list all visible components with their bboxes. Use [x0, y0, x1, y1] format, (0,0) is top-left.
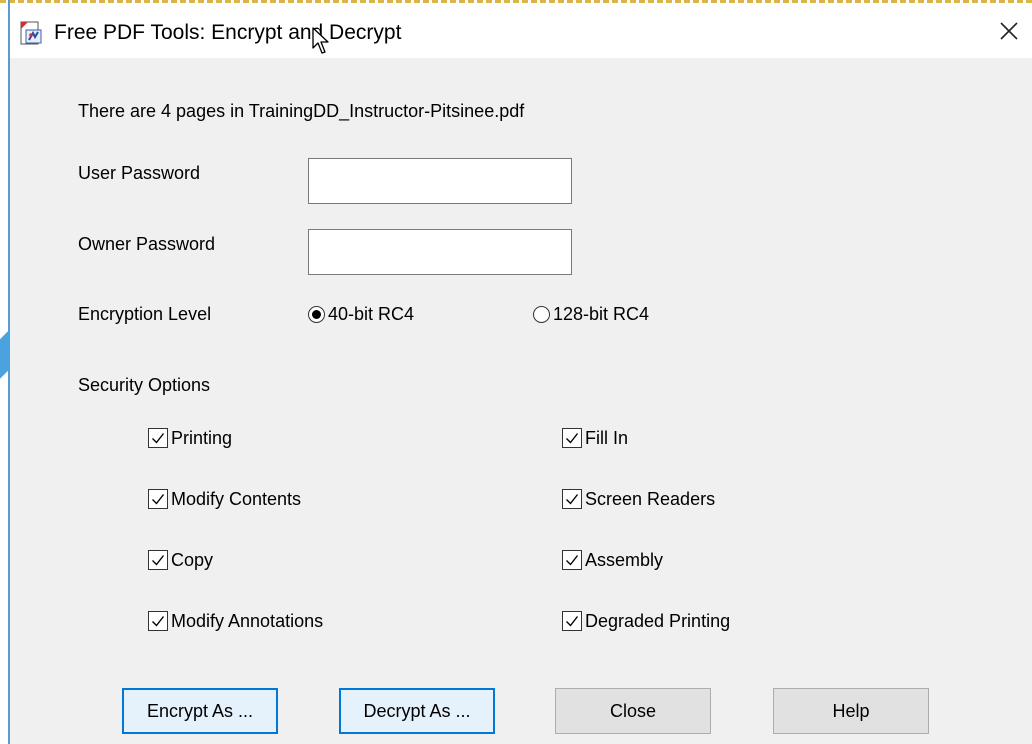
- checkbox-modify-annotations[interactable]: Modify Annotations: [148, 610, 323, 632]
- checkmark-icon: [562, 550, 582, 570]
- checkmark-icon: [148, 489, 168, 509]
- checkmark-icon: [148, 611, 168, 631]
- checkbox-fill-in[interactable]: Fill In: [562, 427, 628, 449]
- dialog-body: There are 4 pages in TrainingDD_Instruct…: [10, 58, 1032, 744]
- user-password-label: User Password: [78, 163, 201, 183]
- checkmark-icon: [562, 489, 582, 509]
- owner-password-field[interactable]: [308, 229, 572, 275]
- radio-selected-icon: [308, 305, 325, 323]
- checkbox-printing[interactable]: Printing: [148, 427, 232, 449]
- checkbox-modify-contents[interactable]: Modify Contents: [148, 488, 301, 510]
- checkbox-label: Fill In: [585, 428, 629, 448]
- checkbox-degraded-printing[interactable]: Degraded Printing: [562, 610, 730, 632]
- encrypt-as-button[interactable]: Encrypt As ...: [122, 688, 278, 734]
- radio-label: 128-bit RC4: [553, 304, 650, 324]
- radio-unselected-icon: [533, 305, 550, 323]
- mouse-pointer-icon: [312, 27, 329, 54]
- checkmark-icon: [562, 428, 582, 448]
- radio-128-bit-rc4[interactable]: 128-bit RC4: [533, 303, 649, 325]
- checkbox-label: Assembly: [585, 550, 664, 570]
- checkbox-label: Modify Contents: [171, 489, 302, 509]
- checkbox-copy[interactable]: Copy: [148, 549, 213, 571]
- user-password-field[interactable]: [308, 158, 572, 204]
- window-title: Free PDF Tools: Encrypt and Decrypt: [54, 21, 402, 44]
- checkbox-label: Screen Readers: [585, 489, 716, 509]
- checkmark-icon: [562, 611, 582, 631]
- decrypt-as-button[interactable]: Decrypt As ...: [339, 688, 495, 734]
- checkmark-icon: [148, 550, 168, 570]
- checkbox-label: Modify Annotations: [171, 611, 324, 631]
- help-button[interactable]: Help: [773, 688, 929, 734]
- page-count-text: There are 4 pages in TrainingDD_Instruct…: [78, 101, 525, 121]
- radio-label: 40-bit RC4: [328, 304, 415, 324]
- desktop-dashed-border: [0, 0, 1032, 3]
- owner-password-label: Owner Password: [78, 234, 216, 254]
- encrypt-decrypt-dialog: Free PDF Tools: Encrypt and Decrypt Ther…: [10, 6, 1032, 744]
- pdf-tool-icon: [20, 21, 42, 45]
- security-options-label: Security Options: [78, 375, 211, 395]
- checkmark-icon: [148, 428, 168, 448]
- checkbox-label: Copy: [171, 550, 214, 570]
- encryption-level-label: Encryption Level: [78, 304, 212, 324]
- screen: Free PDF Tools: Encrypt and Decrypt Ther…: [0, 0, 1032, 744]
- checkbox-label: Printing: [171, 428, 233, 448]
- checkbox-screen-readers[interactable]: Screen Readers: [562, 488, 715, 510]
- checkbox-assembly[interactable]: Assembly: [562, 549, 663, 571]
- title-bar[interactable]: Free PDF Tools: Encrypt and Decrypt: [10, 6, 1032, 58]
- radio-40-bit-rc4[interactable]: 40-bit RC4: [308, 303, 414, 325]
- checkbox-label: Degraded Printing: [585, 611, 731, 631]
- close-icon[interactable]: [996, 18, 1022, 44]
- close-button[interactable]: Close: [555, 688, 711, 734]
